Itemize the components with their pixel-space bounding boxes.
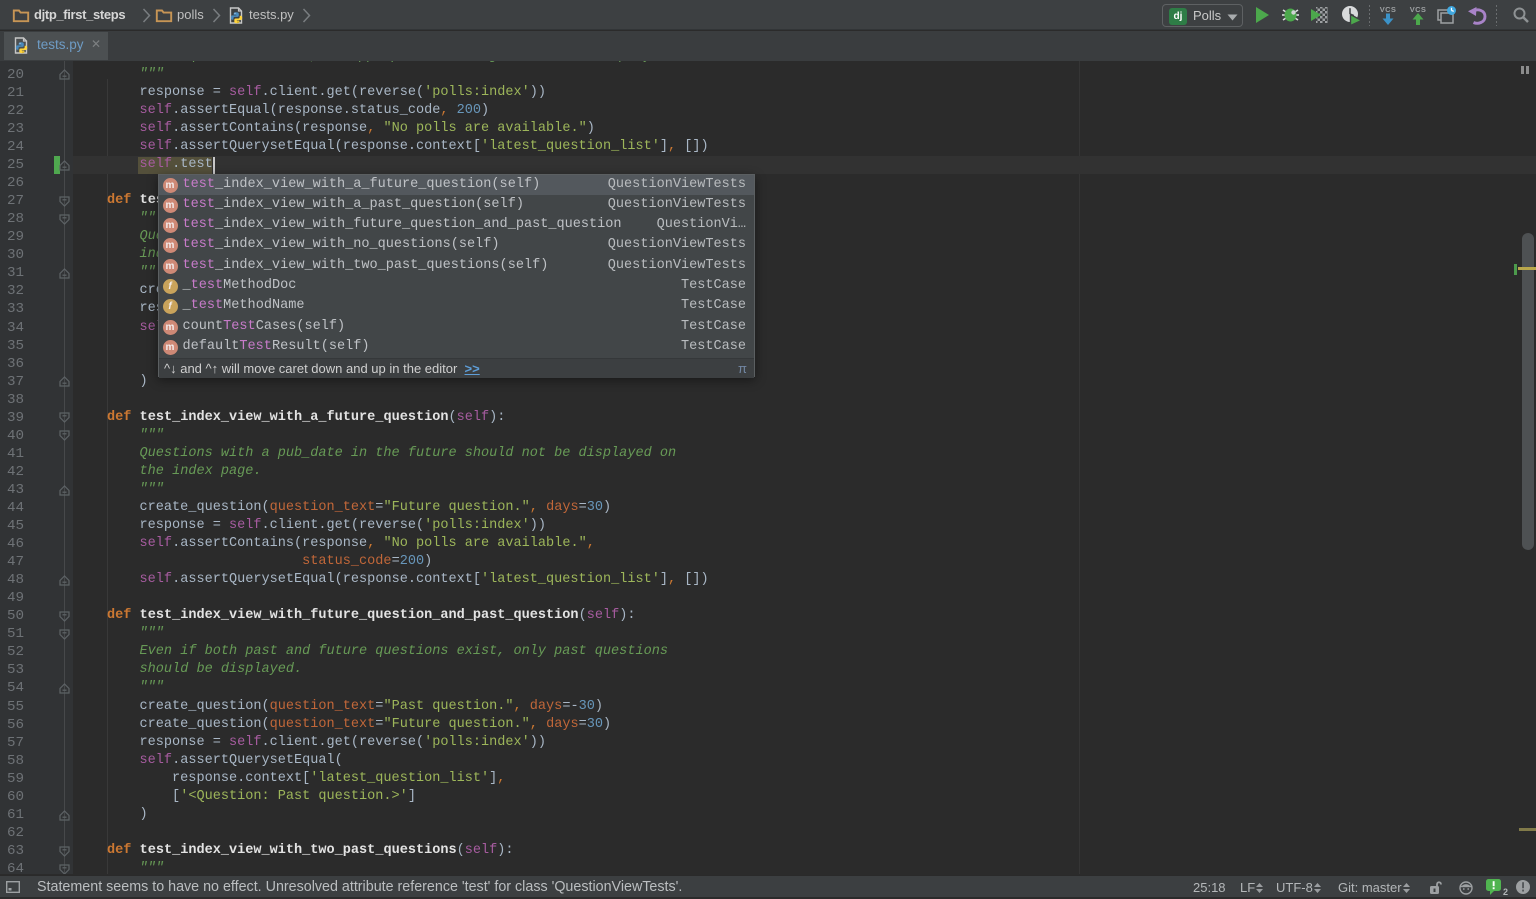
svg-text:VCS: VCS: [1380, 5, 1397, 14]
svg-text:2: 2: [1503, 887, 1508, 896]
svg-text:VCS: VCS: [1410, 5, 1427, 14]
